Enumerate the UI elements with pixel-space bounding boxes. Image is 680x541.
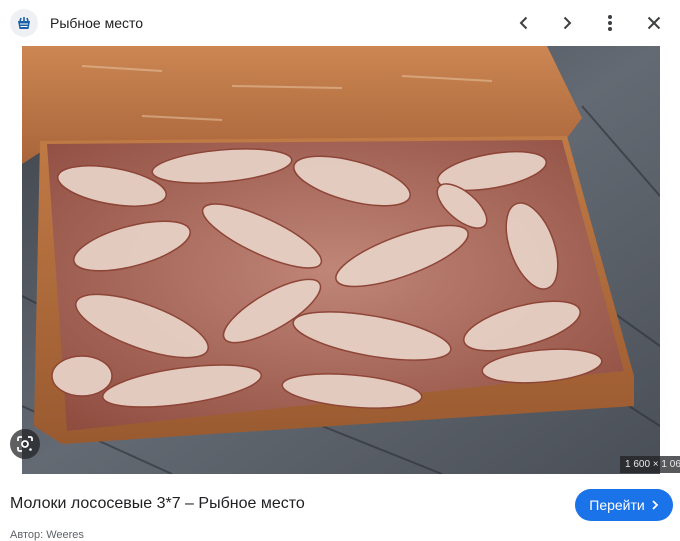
google-lens-button[interactable] — [10, 429, 40, 459]
image-dimensions-badge: 1 600 × 1 067 — [620, 456, 680, 473]
close-icon — [647, 16, 661, 30]
chevron-right-icon — [652, 500, 659, 510]
close-button[interactable] — [641, 10, 667, 36]
result-title[interactable]: Молоки лососевые 3*7 – Рыбное место — [10, 495, 305, 513]
chevron-left-icon — [519, 16, 528, 30]
author-credit: Автор: Weeres — [10, 529, 84, 541]
google-lens-icon — [17, 436, 33, 452]
preview-image[interactable] — [22, 46, 660, 474]
site-logo-icon[interactable] — [10, 9, 38, 37]
site-name[interactable]: Рыбное место — [50, 15, 143, 31]
more-options-button[interactable] — [597, 10, 623, 36]
viewer-header: Рыбное место — [0, 0, 680, 46]
next-button[interactable] — [554, 10, 580, 36]
salmon-milt-photo — [22, 46, 660, 474]
visit-button-label: Перейти — [589, 497, 645, 513]
previous-button[interactable] — [511, 10, 537, 36]
visit-button[interactable]: Перейти — [575, 489, 673, 521]
more-vert-icon — [608, 15, 612, 31]
fish-basket-logo-icon — [18, 17, 30, 29]
chevron-right-icon — [563, 16, 572, 30]
